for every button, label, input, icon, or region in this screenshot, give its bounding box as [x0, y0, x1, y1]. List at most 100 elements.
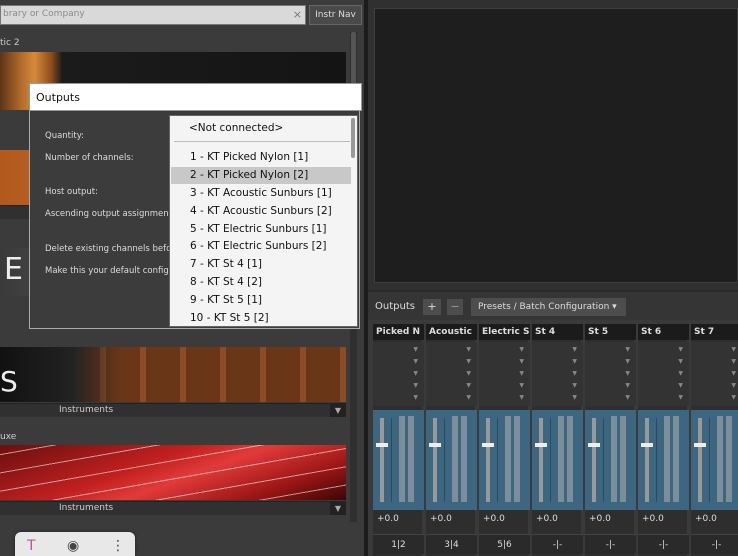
chevron-down-icon[interactable]: ▼: [413, 394, 418, 401]
chevron-down-icon[interactable]: ▼: [678, 370, 683, 377]
strip-name[interactable]: St 7: [691, 324, 738, 340]
chevron-down-icon[interactable]: ▼: [625, 358, 630, 365]
output-routing[interactable]: -|-: [691, 534, 738, 554]
library-instruments-bar[interactable]: Instruments ▼: [0, 403, 346, 417]
dropdown-item-not-connected[interactable]: <Not connected>: [171, 120, 351, 137]
output-routing[interactable]: 3|4: [426, 534, 477, 554]
clear-search-icon[interactable]: ×: [293, 8, 302, 21]
chevron-down-icon[interactable]: ▼: [413, 382, 418, 389]
fader-knob[interactable]: [535, 443, 547, 447]
chevron-down-icon[interactable]: ▼: [731, 346, 736, 353]
chevron-down-icon[interactable]: ▼: [466, 394, 471, 401]
strip-name[interactable]: St 5: [585, 324, 636, 340]
fader-knob[interactable]: [641, 443, 653, 447]
presets-batch-configuration-button[interactable]: Presets / Batch Configuration ▾: [471, 298, 626, 316]
library-search-input[interactable]: brary or Company ×: [0, 5, 306, 25]
dropdown-item[interactable]: 6 - KT Electric Sunburs [2]: [171, 238, 351, 255]
output-routing[interactable]: -|-: [532, 534, 583, 554]
volume-fader[interactable]: [426, 410, 477, 510]
volume-fader[interactable]: [373, 410, 424, 510]
chevron-down-icon[interactable]: ▼: [572, 382, 577, 389]
chevron-down-icon[interactable]: ▼: [731, 370, 736, 377]
volume-value[interactable]: +0.0: [585, 514, 636, 528]
chevron-down-icon[interactable]: ▼: [466, 370, 471, 377]
dropdown-item-selected[interactable]: 2 - KT Picked Nylon [2]: [171, 167, 351, 184]
chevron-down-icon[interactable]: ▼: [625, 382, 630, 389]
host-output-dropdown-list[interactable]: <Not connected> 1 - KT Picked Nylon [1] …: [169, 115, 358, 327]
strip-name[interactable]: Electric S: [479, 324, 530, 340]
output-routing[interactable]: 5|6: [479, 534, 530, 554]
fader-knob[interactable]: [482, 443, 494, 447]
chevron-down-icon[interactable]: ▼: [413, 370, 418, 377]
dropdown-item[interactable]: 4 - KT Acoustic Sunburs [2]: [171, 203, 351, 220]
chevron-down-icon[interactable]: ▼: [519, 370, 524, 377]
volume-fader[interactable]: [691, 410, 738, 510]
fader-knob[interactable]: [429, 443, 441, 447]
volume-fader[interactable]: [479, 410, 530, 510]
chevron-down-icon[interactable]: ▼: [519, 382, 524, 389]
dropdown-item[interactable]: 3 - KT Acoustic Sunburs [1]: [171, 185, 351, 202]
dropdown-item[interactable]: 8 - KT St 4 [2]: [171, 274, 351, 291]
volume-value[interactable]: +0.0: [532, 514, 583, 528]
chevron-down-icon[interactable]: ▼: [678, 382, 683, 389]
chevron-down-icon[interactable]: ▼: [572, 358, 577, 365]
strip-name[interactable]: Acoustic: [426, 324, 477, 340]
chevron-down-icon[interactable]: ▼: [413, 346, 418, 353]
library-image-frets[interactable]: S: [0, 347, 346, 402]
chevron-down-icon[interactable]: ▼: [519, 394, 524, 401]
chevron-down-icon[interactable]: ▼: [466, 346, 471, 353]
chevron-down-icon[interactable]: ▼: [572, 346, 577, 353]
chevron-down-icon[interactable]: ▼: [678, 394, 683, 401]
chevron-down-icon[interactable]: ▼: [572, 394, 577, 401]
output-routing[interactable]: -|-: [638, 534, 689, 554]
volume-value[interactable]: +0.0: [638, 514, 689, 528]
strip-name[interactable]: St 4: [532, 324, 583, 340]
dropdown-item[interactable]: 1 - KT Picked Nylon [1]: [171, 149, 351, 166]
chevron-down-icon[interactable]: ▼: [466, 358, 471, 365]
dropdown-item[interactable]: 7 - KT St 4 [1]: [171, 256, 351, 273]
volume-value[interactable]: +0.0: [691, 514, 738, 528]
library-image-red-guitar[interactable]: [0, 445, 346, 500]
volume-fader[interactable]: [532, 410, 583, 510]
chevron-down-icon[interactable]: ▼: [330, 502, 346, 515]
camera-icon[interactable]: ◉: [67, 538, 79, 554]
chevron-down-icon[interactable]: ▼: [625, 346, 630, 353]
strip-slots: ▼ ▼ ▼ ▼ ▼: [638, 342, 689, 406]
fader-knob[interactable]: [694, 443, 706, 447]
strip-name[interactable]: Picked N: [373, 324, 424, 340]
chevron-down-icon[interactable]: ▼: [731, 394, 736, 401]
fader-knob[interactable]: [376, 443, 388, 447]
volume-fader[interactable]: [585, 410, 636, 510]
strip-name[interactable]: St 6: [638, 324, 689, 340]
library-instruments-bar[interactable]: Instruments ▼: [0, 501, 346, 515]
chevron-down-icon[interactable]: ▼: [678, 346, 683, 353]
dropdown-item[interactable]: 9 - KT St 5 [1]: [171, 292, 351, 309]
chevron-down-icon[interactable]: ▼: [466, 382, 471, 389]
output-routing[interactable]: 1|2: [373, 534, 424, 554]
output-routing[interactable]: -|-: [585, 534, 636, 554]
fader-rail-shadow: [444, 418, 445, 502]
volume-value[interactable]: +0.0: [373, 514, 424, 528]
chevron-down-icon[interactable]: ▼: [731, 358, 736, 365]
dropdown-item[interactable]: 10 - KT St 5 [2]: [171, 310, 351, 326]
instr-nav-button[interactable]: Instr Nav: [309, 5, 362, 25]
dropdown-scrollbar[interactable]: [351, 118, 355, 158]
add-output-button[interactable]: +: [423, 299, 441, 315]
chevron-down-icon[interactable]: ▼: [625, 370, 630, 377]
dropdown-item[interactable]: 5 - KT Electric Sunburs [1]: [171, 221, 351, 238]
fader-knob[interactable]: [588, 443, 600, 447]
remove-output-button[interactable]: −: [447, 299, 463, 315]
chevron-down-icon[interactable]: ▼: [731, 382, 736, 389]
volume-fader[interactable]: [638, 410, 689, 510]
volume-value[interactable]: +0.0: [426, 514, 477, 528]
chevron-down-icon[interactable]: ▼: [572, 370, 577, 377]
volume-value[interactable]: +0.0: [479, 514, 530, 528]
more-icon[interactable]: ⋮: [111, 538, 125, 554]
text-tool-icon[interactable]: T: [27, 538, 36, 554]
chevron-down-icon[interactable]: ▼: [625, 394, 630, 401]
chevron-down-icon[interactable]: ▼: [330, 404, 346, 417]
chevron-down-icon[interactable]: ▼: [519, 358, 524, 365]
chevron-down-icon[interactable]: ▼: [519, 346, 524, 353]
chevron-down-icon[interactable]: ▼: [678, 358, 683, 365]
chevron-down-icon[interactable]: ▼: [413, 358, 418, 365]
